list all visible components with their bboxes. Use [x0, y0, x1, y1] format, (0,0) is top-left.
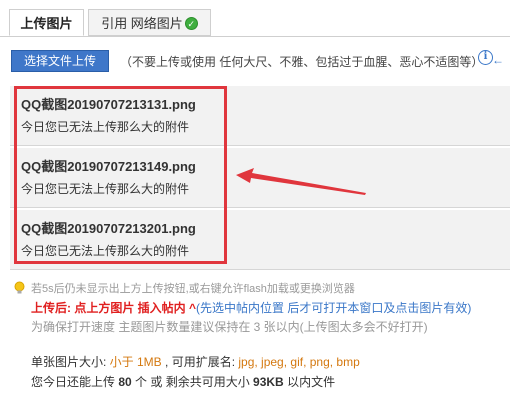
quota-line: 您今日还能上传 80 个 或 剩余共可用大小 93KB 以内文件 — [31, 373, 335, 390]
red-highlight-box — [14, 86, 227, 264]
arrow-note: ← — [492, 53, 504, 67]
after-upload-tip: 上传后: 点上方图片 插入帖内 ^(先选中帖内位置 后才可打开本窗口及点击图片有… — [31, 299, 471, 316]
select-file-upload-button[interactable]: 选择文件上传 — [11, 50, 109, 72]
tab-reference-label: 引用 网络图片 — [101, 16, 183, 31]
quota-size-left: 93KB — [253, 375, 284, 389]
flash-tip: 若5s后仍未显示出上方上传按钮,或右键允许flash加载或更换浏览器 — [31, 283, 355, 295]
after-upload-suffix: (先选中帖内位置 后才可打开本窗口及点击图片有效) — [196, 301, 472, 315]
after-upload-prefix: 上传后: 点上方图片 插入帖内 — [31, 301, 186, 315]
size-limit-line: 单张图片大小: 小于 1MB , 可用扩展名: jpg, jpeg, gif, … — [31, 353, 360, 370]
quota-prefix: 您今日还能上传 — [31, 375, 119, 389]
allowed-extensions: jpg, jpeg, gif, png, bmp — [238, 355, 360, 369]
tab-upload-image[interactable]: 上传图片 — [9, 9, 84, 36]
tab-reference-web-image[interactable]: 引用 网络图片 ✓ — [88, 9, 211, 36]
red-annotation-arrow — [236, 168, 366, 195]
quota-mid: 个 或 剩余共可用大小 — [131, 375, 254, 389]
speed-tip: 为确保打开速度 主题图片数量建议保持在 3 张以内(上传图太多会不好打开) — [31, 320, 428, 334]
single-size-value: 小于 1MB — [109, 355, 162, 369]
upload-rules-hint: （不要上传或使用 任何大尺、不雅、包括过于血腥、恶心不适图等） — [120, 55, 484, 69]
quota-count: 80 — [118, 375, 132, 389]
single-size-prefix: 单张图片大小: — [31, 355, 110, 369]
after-upload-caret: ^ — [185, 301, 197, 315]
tab-bar: 上传图片 引用 网络图片 ✓ — [0, 0, 510, 37]
check-icon: ✓ — [184, 17, 198, 30]
lightbulb-icon — [14, 281, 25, 294]
info-icon[interactable]: i — [478, 50, 493, 65]
ext-prefix: , 可用扩展名: — [161, 355, 239, 369]
quota-suffix: 以内文件 — [283, 375, 336, 389]
